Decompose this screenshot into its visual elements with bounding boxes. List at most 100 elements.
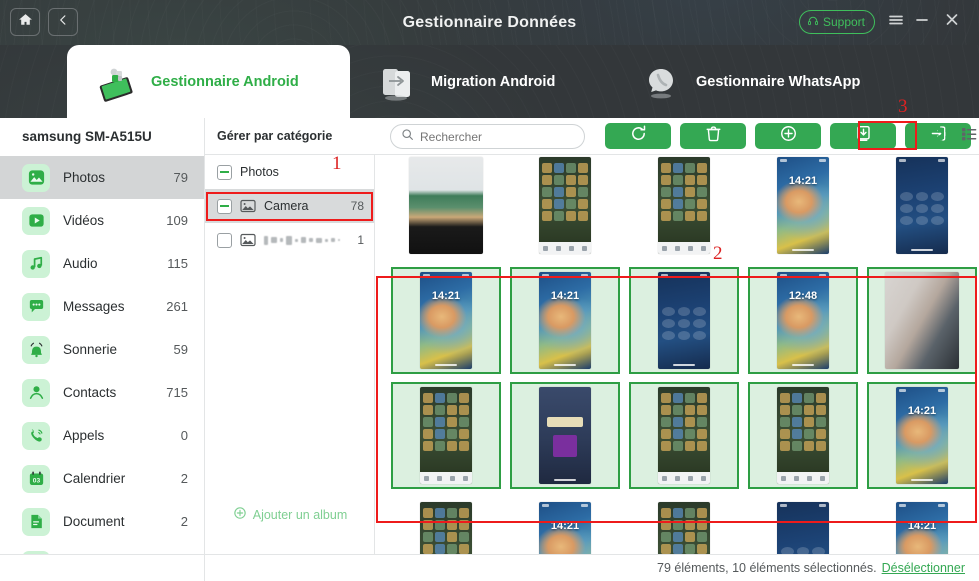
album-pane: Photos Camera 78 1 Ajouter un album: [205, 155, 375, 581]
sidebar-item-audio[interactable]: Audio 115: [0, 242, 204, 285]
add-button[interactable]: [755, 123, 821, 149]
thumb-shelf-photo[interactable]: [864, 263, 979, 378]
album-row-root-photos[interactable]: Photos: [205, 155, 374, 189]
tab-gestionnaire-android[interactable]: Gestionnaire Android: [67, 45, 350, 118]
thumb-app-drawer-b[interactable]: [626, 156, 742, 263]
thumb-lock-1421-e[interactable]: 14:21: [864, 493, 979, 554]
sidebar-item-label: Document: [63, 514, 125, 529]
delete-button[interactable]: [680, 123, 746, 149]
tab-label: Gestionnaire WhatsApp: [696, 73, 861, 90]
tab-gestionnaire-whatsapp[interactable]: Gestionnaire WhatsApp: [620, 45, 878, 118]
thumbnail-grid-area[interactable]: 14:21 14:21 14:21 12:48 14:21 14:21 14:2…: [376, 156, 979, 554]
sidebar-item-appels[interactable]: Appels 0: [0, 414, 204, 457]
sidebar-item-count: 2: [180, 471, 188, 486]
support-button[interactable]: Support: [798, 10, 875, 34]
thumbnail-image: 14:21: [539, 502, 591, 554]
sidebar-item-document[interactable]: Document 2: [0, 500, 204, 543]
thumbnail-clock: 12:48: [788, 290, 818, 302]
add-album-button[interactable]: Ajouter un album: [205, 506, 375, 523]
album-checkbox[interactable]: [217, 198, 232, 214]
thumb-app-drawer-c[interactable]: [388, 378, 504, 493]
thumb-pin-keypad-b[interactable]: [626, 263, 742, 378]
thumbnail-image: 14:21: [420, 272, 472, 369]
album-row-camera[interactable]: Camera 78: [205, 189, 374, 223]
thumb-game-screen[interactable]: [507, 378, 623, 493]
thumbnail-image: [658, 387, 710, 484]
grid-view-toggle[interactable]: [933, 125, 955, 147]
sidebar-item-count: 59: [173, 342, 188, 357]
thumb-app-drawer-a[interactable]: [507, 156, 623, 263]
search-input[interactable]: [420, 129, 570, 144]
title-bar: Gestionnaire Données Support: [0, 0, 979, 45]
minimize-button[interactable]: [911, 11, 933, 33]
thumbnail-image: [658, 272, 710, 369]
thumb-pin-keypad-c[interactable]: [745, 493, 861, 554]
plus-circle-icon: [779, 124, 798, 148]
list-view-toggle[interactable]: [958, 125, 979, 147]
list-view-icon: [961, 126, 977, 147]
hamburger-menu-icon: [888, 13, 904, 32]
thumb-lock-1421-d[interactable]: 14:21: [507, 493, 623, 554]
export-button[interactable]: [830, 123, 896, 149]
sidebar-item-messages[interactable]: Messages 261: [0, 285, 204, 328]
album-label: Photos: [240, 165, 279, 179]
thumb-app-drawer-d[interactable]: [626, 378, 742, 493]
image-icon: [240, 198, 256, 214]
document-icon: [22, 507, 50, 536]
album-count: 78: [350, 199, 364, 213]
thumb-pin-keypad-a[interactable]: [864, 156, 979, 263]
album-label-redacted: [264, 235, 349, 245]
album-checkbox[interactable]: [217, 164, 232, 180]
album-label: Camera: [264, 199, 309, 213]
manage-by-category-label: Gérer par catégorie: [217, 129, 333, 143]
thumbnail-image: [885, 272, 959, 369]
thumb-lock-1248[interactable]: 12:48: [745, 263, 861, 378]
thumb-lock-1421-b[interactable]: 14:21: [507, 263, 623, 378]
thumbnail-image: [420, 502, 472, 554]
search-box[interactable]: [390, 124, 585, 149]
thumbnail-image: [409, 157, 483, 254]
thumbnail-image: [658, 157, 710, 254]
thumb-lock-1421-a[interactable]: 14:21: [388, 263, 504, 378]
download-icon: [854, 124, 873, 148]
close-button[interactable]: [941, 11, 963, 33]
album-row-blurred[interactable]: 1: [205, 223, 374, 257]
thumbnail-image: [777, 502, 829, 554]
thumb-lockscreen-a[interactable]: 14:21: [745, 156, 861, 263]
sidebar-item-sonnerie[interactable]: Sonnerie 59: [0, 328, 204, 371]
album-checkbox[interactable]: [217, 232, 232, 248]
headset-icon: [807, 15, 819, 30]
thumbnail-image: [896, 157, 948, 254]
deselect-all-link[interactable]: Désélectionner: [882, 561, 965, 575]
tab-label: Gestionnaire Android: [151, 73, 299, 90]
thumbnail-image: [420, 387, 472, 484]
minimize-icon: [914, 13, 930, 32]
thumb-desk-monitor[interactable]: [388, 156, 504, 263]
sidebar-item-photos[interactable]: Photos 79: [0, 156, 204, 199]
hamburger-menu-button[interactable]: [885, 11, 907, 33]
image-icon: [240, 232, 256, 248]
thumb-app-drawer-g[interactable]: [626, 493, 742, 554]
sidebar-item-label: Calendrier: [63, 471, 126, 486]
calendar-icon: 03: [22, 464, 50, 493]
thumb-app-drawer-f[interactable]: [388, 493, 504, 554]
thumbnail-clock: 14:21: [907, 520, 937, 532]
thumb-app-drawer-e[interactable]: [745, 378, 861, 493]
thumbnail-image: [539, 387, 591, 484]
sidebar-item-count: 2: [180, 514, 188, 529]
sidebar-item-label: Vidéos: [63, 213, 105, 228]
tab-migration-android[interactable]: Migration Android: [355, 45, 573, 118]
trash-icon: [704, 124, 723, 148]
content-toolbar: Gérer par catégorie: [205, 118, 979, 155]
refresh-button[interactable]: [605, 123, 671, 149]
sidebar-item-contacts[interactable]: Contacts 715: [0, 371, 204, 414]
sidebar-item-count: 79: [173, 170, 188, 185]
module-tab-strip: Gestionnaire Android Migration Android G…: [0, 45, 979, 118]
thumb-lock-1421-c[interactable]: 14:21: [864, 378, 979, 493]
sidebar-item-label: Photos: [63, 170, 106, 185]
sidebar-item-count: 261: [166, 299, 188, 314]
sidebar-item-calendrier[interactable]: 03 Calendrier 2: [0, 457, 204, 500]
sidebar-item-videos[interactable]: Vidéos 109: [0, 199, 204, 242]
thumbnail-image: 14:21: [777, 157, 829, 254]
thumbnail-image: [539, 157, 591, 254]
